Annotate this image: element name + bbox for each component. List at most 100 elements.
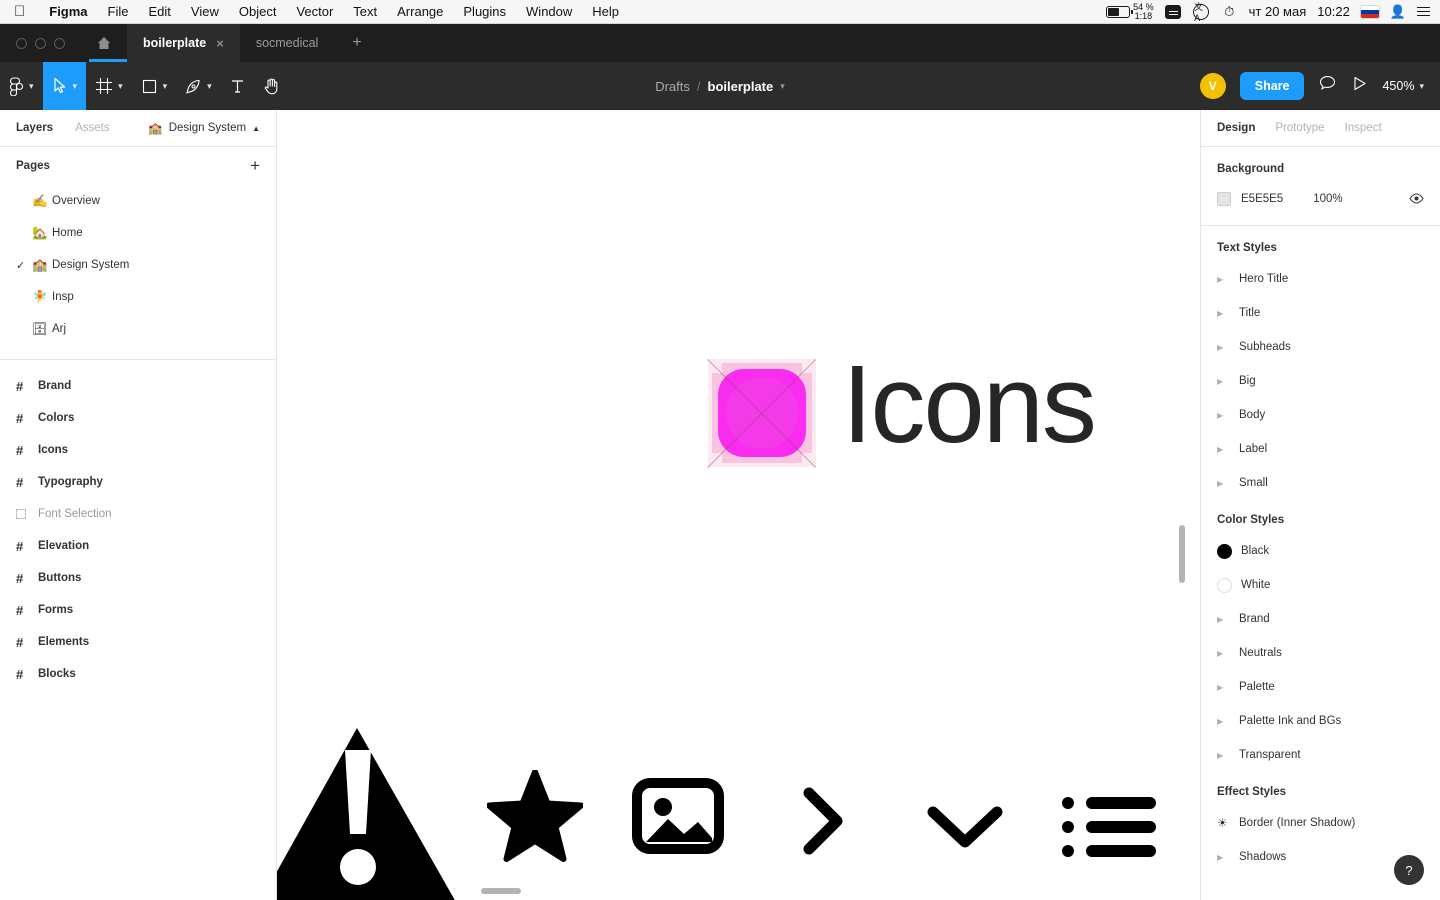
avatar[interactable]: V [1199,73,1226,99]
color-style-black[interactable]: Black [1201,534,1440,568]
breadcrumb-project[interactable]: Drafts [655,79,690,94]
menu-figma[interactable]: Figma [39,4,97,19]
chevron-right-icon[interactable]: ▶ [1217,479,1239,488]
chevron-down-icon[interactable]: ▾ [163,81,168,92]
battery-status[interactable]: 54 % 1:18 [1106,2,1154,21]
canvas-horizontal-scrollbar[interactable] [481,888,521,894]
chevron-right-icon[interactable]: ▶ [1217,343,1239,352]
menu-edit[interactable]: Edit [139,4,181,19]
effect-style-border-inner-shadow[interactable]: ☀ Border (Inner Shadow) [1201,806,1440,840]
chevron-right-icon[interactable]: ▶ [1217,649,1239,658]
color-style-white[interactable]: White [1201,568,1440,602]
text-style-big[interactable]: ▶ Big [1201,364,1440,398]
color-swatch[interactable] [1217,192,1231,206]
layer-item-blocks[interactable]: # Blocks [0,658,276,690]
text-tool-icon[interactable] [221,62,254,110]
color-style-palette[interactable]: ▶ Palette [1201,670,1440,704]
image-icon[interactable] [632,778,724,859]
minimize-window-button[interactable] [35,37,46,49]
layer-item-elements[interactable]: # Elements [0,626,276,658]
background-fill-row[interactable]: E5E5E5 100% [1201,183,1440,215]
chevron-right-icon[interactable]: ▶ [1217,853,1239,862]
new-tab-button[interactable]: + [334,24,379,62]
menu-view[interactable]: View [181,4,229,19]
layer-item-buttons[interactable]: # Buttons [0,562,276,594]
comment-icon[interactable] [1318,74,1337,98]
warning-triangle-icon[interactable] [277,722,467,900]
menu-object[interactable]: Object [229,4,287,19]
text-style-subheads[interactable]: ▶ Subheads [1201,330,1440,364]
tab-prototype[interactable]: Prototype [1275,122,1324,134]
menu-vector[interactable]: Vector [286,4,343,19]
chevron-right-icon[interactable]: ▶ [1217,309,1239,318]
frame-tool-icon[interactable]: ▾ [86,62,132,110]
background-opacity-value[interactable]: 100% [1313,193,1342,205]
star-icon[interactable] [486,769,584,867]
play-icon[interactable] [1351,75,1368,97]
tab-layers[interactable]: Layers [16,122,53,134]
layer-item-icons[interactable]: # Icons [0,434,276,466]
menu-window[interactable]: Window [516,4,582,19]
page-item-home[interactable]: 🏡 Home [0,217,276,249]
close-window-button[interactable] [16,37,27,49]
text-style-hero-title[interactable]: ▶ Hero Title [1201,262,1440,296]
chevron-right-icon[interactable]: ▶ [1217,683,1239,692]
current-page-selector[interactable]: 🏫 Design System ▲ [148,121,260,135]
tab-socmedical[interactable]: socmedical [240,24,335,62]
chevron-right-icon[interactable]: ▶ [1217,411,1239,420]
menu-plugins[interactable]: Plugins [453,4,516,19]
user-account-icon[interactable]: 👤 [1390,4,1406,20]
chevron-right-icon[interactable]: ▶ [1217,615,1239,624]
menu-arrange[interactable]: Arrange [387,4,453,19]
tab-inspect[interactable]: Inspect [1345,122,1382,134]
close-icon[interactable]: × [216,36,224,51]
chevron-down-icon[interactable]: ▾ [29,81,34,92]
apple-icon[interactable]:  [0,4,39,19]
zoom-level-button[interactable]: 450% ▾ [1382,79,1424,93]
figma-menu-icon[interactable]: ▾ [0,62,43,110]
layer-item-typography[interactable]: # Typography [0,466,276,498]
layer-item-font-selection[interactable]: Font Selection [0,498,276,530]
chevron-right-icon[interactable]: ▶ [1217,751,1239,760]
tab-boilerplate[interactable]: boilerplate × [127,24,240,62]
chevron-right-icon[interactable]: ▶ [1217,275,1239,284]
page-item-design-system[interactable]: ✓ 🏫 Design System [0,249,276,281]
menu-text[interactable]: Text [343,4,387,19]
color-style-brand[interactable]: ▶ Brand [1201,602,1440,636]
tab-design[interactable]: Design [1217,122,1255,134]
chevron-right-icon[interactable]: ▶ [1217,377,1239,386]
color-style-palette-ink-and-bgs[interactable]: ▶ Palette Ink and BGs [1201,704,1440,738]
display-menu-icon[interactable] [1165,3,1182,20]
bullet-list-icon[interactable] [1062,795,1158,864]
chevron-down-icon[interactable]: ▾ [207,81,212,92]
chevron-down-icon[interactable] [925,800,1005,857]
chevron-right-icon[interactable]: ▶ [1217,717,1239,726]
breadcrumb-file[interactable]: boilerplate [708,79,774,94]
move-tool-icon[interactable]: ▾ [42,62,87,110]
text-style-title[interactable]: ▶ Title [1201,296,1440,330]
text-style-body[interactable]: ▶ Body [1201,398,1440,432]
home-icon[interactable] [81,24,149,62]
page-item-insp[interactable]: 🧚 Insp [0,281,276,313]
text-style-small[interactable]: ▶ Small [1201,466,1440,500]
layer-item-colors[interactable]: # Colors [0,402,276,434]
menu-file[interactable]: File [98,4,139,19]
share-button[interactable]: Share [1239,72,1305,100]
eye-icon[interactable] [1409,192,1424,207]
page-item-overview[interactable]: ✍️ Overview [0,185,276,217]
chevron-down-icon[interactable]: ▾ [780,81,785,92]
help-button[interactable]: ? [1394,855,1424,885]
layer-item-elevation[interactable]: # Elevation [0,530,276,562]
background-hex-value[interactable]: E5E5E5 [1241,193,1283,205]
color-style-neutrals[interactable]: ▶ Neutrals [1201,636,1440,670]
add-page-button[interactable]: + [250,156,260,176]
layer-item-brand[interactable]: # Brand [0,370,276,402]
layer-item-forms[interactable]: # Forms [0,594,276,626]
tab-assets[interactable]: Assets [75,122,110,134]
pen-tool-icon[interactable]: ▾ [176,62,221,110]
chevron-right-icon[interactable]: ▶ [1217,445,1239,454]
window-traffic-lights[interactable] [0,24,81,62]
chevron-right-icon[interactable] [797,785,849,862]
maximize-window-button[interactable] [54,37,65,49]
control-center-icon[interactable] [1417,6,1430,17]
